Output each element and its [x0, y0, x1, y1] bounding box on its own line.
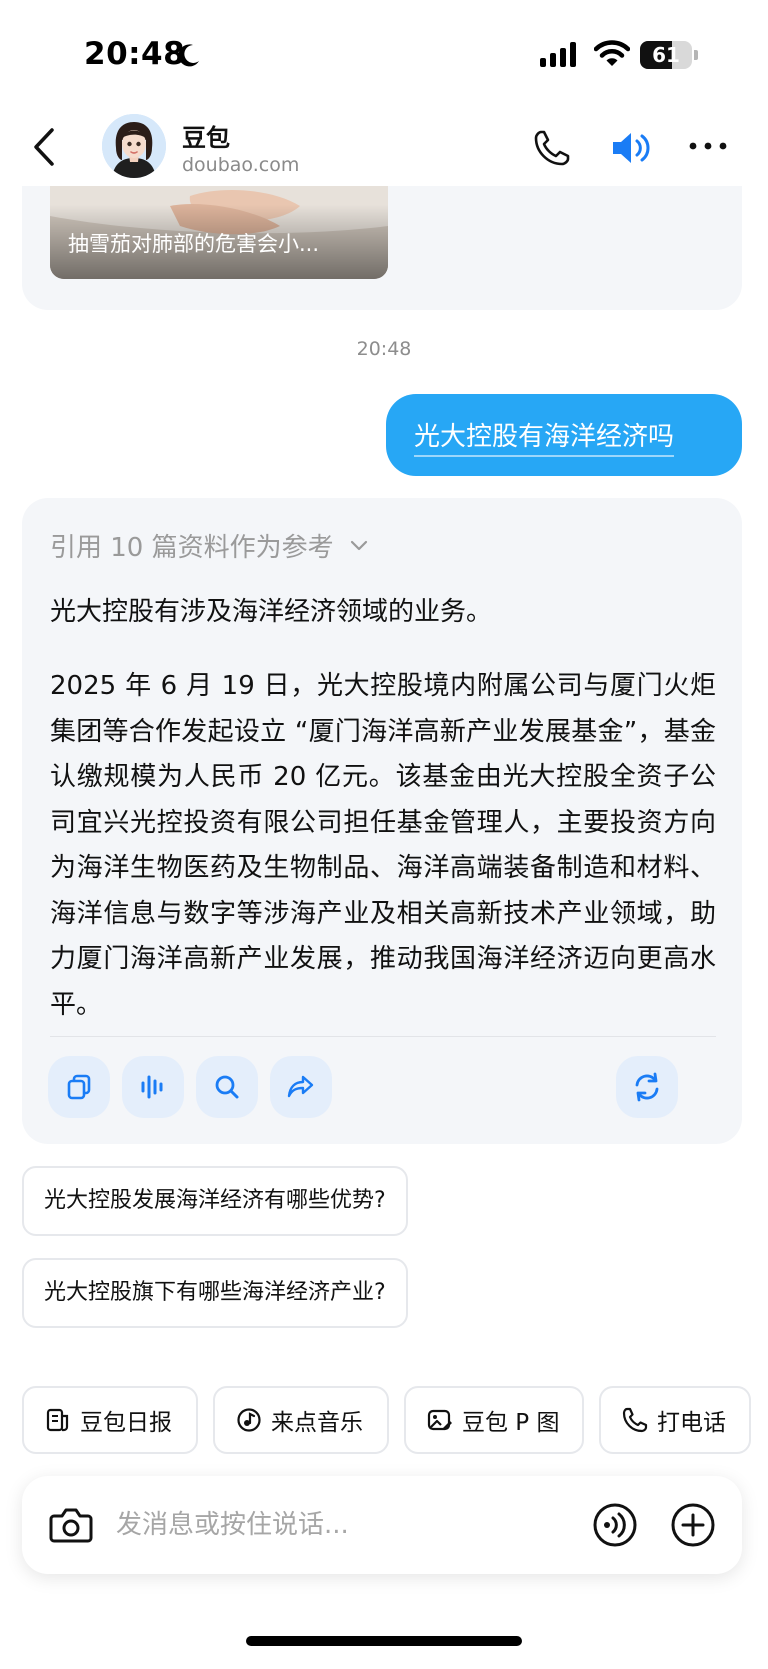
more-icon[interactable]	[688, 138, 728, 154]
quick-action-label: 来点音乐	[271, 1410, 363, 1436]
answer-paragraph: 光大控股有涉及海洋经济领域的业务。	[50, 597, 493, 627]
image-edit-icon	[427, 1409, 452, 1431]
references-toggle[interactable]: 引用 10 篇资料作为参考	[50, 528, 370, 563]
camera-icon[interactable]	[48, 1502, 94, 1548]
home-indicator[interactable]	[246, 1636, 522, 1646]
wifi-icon	[594, 40, 630, 66]
quick-action-call[interactable]: 打电话	[599, 1386, 751, 1454]
quick-action-music[interactable]: 来点音乐	[213, 1386, 389, 1454]
quick-action-daily[interactable]: 豆包日报	[22, 1386, 198, 1454]
phone-icon	[622, 1407, 648, 1433]
message-input[interactable]	[116, 1500, 536, 1550]
quick-action-label: 豆包日报	[80, 1410, 172, 1436]
quick-action-image-edit[interactable]: 豆包 P 图	[404, 1386, 584, 1454]
speaker-icon[interactable]	[610, 128, 652, 168]
search-button[interactable]	[196, 1056, 258, 1118]
plus-icon[interactable]	[670, 1502, 716, 1548]
search-icon	[215, 1075, 239, 1099]
chevron-down-icon	[350, 540, 367, 551]
user-message-text: 光大控股有海洋经济吗	[414, 416, 675, 457]
chat-title: 豆包	[182, 124, 230, 152]
reference-caption: 抽雪茄对肺部的危害会小...	[68, 232, 320, 256]
cellular-signal-icon	[540, 42, 576, 67]
divider	[50, 1036, 716, 1037]
status-bar: 20:48 61	[0, 0, 768, 110]
status-time: 20:48	[84, 36, 186, 72]
battery-indicator: 61	[640, 41, 698, 69]
suggestion-chip[interactable]: 光大控股旗下有哪些海洋经济产业?	[22, 1258, 408, 1328]
music-icon	[237, 1408, 261, 1432]
regenerate-button[interactable]	[616, 1056, 678, 1118]
moon-icon	[178, 44, 199, 67]
answer-paragraph: 2025 年 6 月 19 日，光大控股境内附属公司与厦门火炬集团等合作发起设立…	[50, 671, 716, 1020]
phone-icon[interactable]	[532, 128, 572, 168]
daily-news-icon	[46, 1408, 69, 1432]
share-icon	[287, 1075, 314, 1098]
share-button[interactable]	[270, 1056, 332, 1118]
chevron-left-icon[interactable]	[28, 124, 64, 170]
message-timestamp: 20:48	[356, 338, 412, 360]
message-composer	[22, 1476, 742, 1574]
avatar[interactable]	[102, 114, 166, 178]
reference-thumbnail[interactable]: 抽雪茄对肺部的危害会小...	[50, 186, 388, 279]
voice-wave-icon	[141, 1075, 163, 1099]
ai-answer-card: 引用 10 篇资料作为参考 光大控股有涉及海洋经济领域的业务。 2025 年 6…	[22, 498, 742, 1144]
quick-action-label: 打电话	[657, 1410, 726, 1436]
references-label: 引用 10 篇资料作为参考	[50, 532, 334, 563]
copy-icon	[67, 1074, 91, 1100]
user-message-bubble[interactable]: 光大控股有海洋经济吗	[386, 394, 742, 476]
battery-level: 61	[652, 43, 680, 67]
copy-button[interactable]	[48, 1056, 110, 1118]
read-aloud-button[interactable]	[122, 1056, 184, 1118]
suggestion-chip[interactable]: 光大控股发展海洋经济有哪些优势?	[22, 1166, 408, 1236]
refresh-icon	[635, 1072, 659, 1102]
quick-action-label: 豆包 P 图	[462, 1410, 560, 1436]
voice-call-icon[interactable]	[592, 1502, 638, 1548]
chat-subtitle: doubao.com	[182, 154, 300, 176]
chat-header: 豆包 doubao.com	[0, 110, 768, 186]
